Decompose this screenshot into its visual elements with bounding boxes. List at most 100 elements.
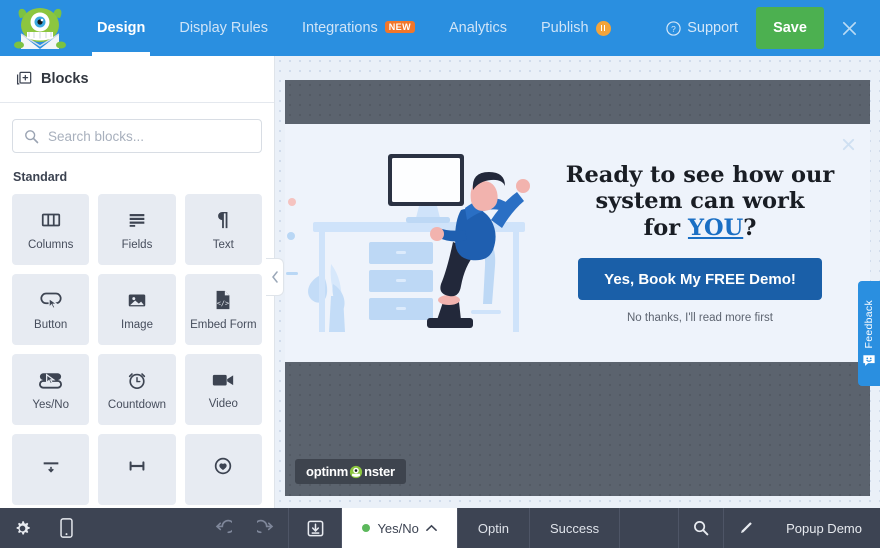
gear-icon (16, 520, 30, 534)
monster-o-icon (350, 465, 363, 478)
main-nav: Design Display Rules Integrations NEW An… (80, 0, 652, 56)
settings-button[interactable] (0, 508, 44, 548)
nav-item-analytics[interactable]: Analytics (432, 0, 524, 56)
bottom-tab-optin[interactable]: Optin (458, 508, 529, 548)
block-text[interactable]: ¶ Text (184, 194, 262, 265)
watermark-text-pre: optinm (306, 464, 349, 479)
decline-link[interactable]: No thanks, I'll read more first (627, 312, 773, 324)
block-spacer[interactable] (98, 434, 176, 505)
image-icon (128, 294, 146, 306)
rename-campaign-button[interactable] (724, 508, 768, 548)
nav-item-design[interactable]: Design (80, 0, 162, 56)
save-button[interactable]: Save (756, 7, 824, 49)
search-blocks-box[interactable] (12, 119, 262, 153)
support-button[interactable]: ? Support (652, 20, 752, 36)
optinmonster-watermark[interactable]: optinm nster (295, 459, 406, 484)
popup-preview-frame: Ready to see how our system can work for… (285, 80, 870, 496)
svg-text:?: ? (671, 23, 676, 33)
mobile-icon (59, 518, 73, 538)
optinmonster-campaign-builder: Design Display Rules Integrations NEW An… (0, 0, 880, 548)
undo-button[interactable] (200, 508, 244, 548)
top-actions: ? Support Save (652, 0, 880, 56)
block-label: Button (34, 318, 68, 331)
nav-item-display-rules[interactable]: Display Rules (162, 0, 285, 56)
block-label: Columns (27, 238, 74, 251)
svg-text:¶: ¶ (217, 209, 229, 231)
blocks-panel-header: Blocks (0, 56, 274, 103)
popup-campaign: Ready to see how our system can work for… (285, 124, 870, 362)
sidebar-collapse-handle[interactable] (266, 258, 284, 296)
block-button[interactable]: Button (12, 274, 90, 345)
button-cursor-icon (40, 292, 62, 309)
nav-item-integrations[interactable]: Integrations NEW (285, 0, 432, 56)
social-icon (215, 457, 232, 474)
campaign-title: Popup Demo (786, 520, 862, 536)
block-label: Embed Form (190, 318, 257, 331)
close-icon (842, 138, 854, 150)
block-label: Fields (121, 238, 153, 251)
search-icon (24, 129, 39, 149)
save-to-device-icon (307, 520, 324, 536)
close-builder-button[interactable] (828, 7, 870, 49)
campaign-canvas: Ready to see how our system can work for… (275, 56, 880, 508)
add-block-icon (16, 71, 32, 85)
blocks-sidebar: Blocks Standard Columns (0, 56, 275, 508)
support-label: Support (687, 20, 738, 36)
block-social[interactable] (184, 434, 262, 505)
block-columns[interactable]: Columns (12, 194, 90, 265)
feedback-tab[interactable]: Feedback (858, 281, 880, 386)
block-label: Text (212, 238, 234, 251)
smiley-message-icon (863, 355, 875, 367)
tab-gap (620, 508, 678, 548)
mobile-preview-button[interactable] (44, 508, 88, 548)
headline-line-1: Ready to see how our (565, 161, 835, 188)
code-file-icon: </> (216, 290, 230, 309)
bottom-tab-success[interactable]: Success (530, 508, 619, 548)
pause-badge-icon (595, 20, 611, 36)
fields-icon (129, 213, 145, 227)
yesno-icon (39, 372, 63, 389)
block-fields[interactable]: Fields (98, 194, 176, 265)
badge-new: NEW (384, 21, 415, 33)
redo-icon (256, 519, 274, 533)
redo-button[interactable] (244, 508, 288, 548)
block-image[interactable]: Image (98, 274, 176, 345)
preview-search-button[interactable] (679, 508, 723, 548)
bottom-toolbar: Yes/No Optin Success Popup Demo (0, 508, 880, 548)
popup-headline: Ready to see how our system can work for… (566, 162, 834, 242)
bottom-tab-label: Yes/No (377, 520, 419, 536)
nav-label-design: Design (97, 20, 146, 36)
headline-emphasis-you: YOU (687, 214, 744, 241)
block-embed-form[interactable]: </> Embed Form (184, 274, 262, 345)
popup-close-button[interactable] (838, 134, 858, 154)
chevron-up-icon (426, 524, 437, 531)
optinmonster-logo[interactable] (0, 0, 80, 56)
block-video[interactable]: Video (184, 354, 262, 425)
cta-button[interactable]: Yes, Book My FREE Demo! (578, 258, 822, 301)
bottom-tab-yes-no[interactable]: Yes/No (342, 508, 457, 548)
section-title-standard: Standard (13, 170, 68, 184)
block-countdown[interactable]: Countdown (98, 354, 176, 425)
chevron-left-icon (271, 271, 278, 283)
feedback-label: Feedback (863, 299, 875, 349)
search-blocks-input[interactable] (13, 120, 261, 152)
nav-item-publish[interactable]: Publish (524, 0, 628, 56)
search-icon (694, 521, 709, 536)
save-to-device-button[interactable] (289, 508, 341, 548)
nav-label-publish: Publish (541, 20, 589, 36)
nav-label-analytics: Analytics (448, 20, 508, 36)
divider-icon (43, 461, 58, 473)
pencil-icon (741, 522, 752, 533)
blocks-header-label: Blocks (41, 71, 89, 87)
block-label: Video (208, 397, 238, 410)
nav-label-integrations: Integrations (302, 20, 378, 36)
paragraph-icon: ¶ (217, 209, 229, 231)
watermark-text-post: nster (364, 464, 395, 479)
block-divider[interactable] (12, 434, 90, 505)
block-yes-no[interactable]: Yes/No (12, 354, 90, 425)
alarm-clock-icon (128, 372, 146, 389)
headline-line-2: system can work (595, 188, 805, 215)
top-navigation-bar: Design Display Rules Integrations NEW An… (0, 0, 880, 56)
question-circle-icon: ? (666, 20, 681, 36)
